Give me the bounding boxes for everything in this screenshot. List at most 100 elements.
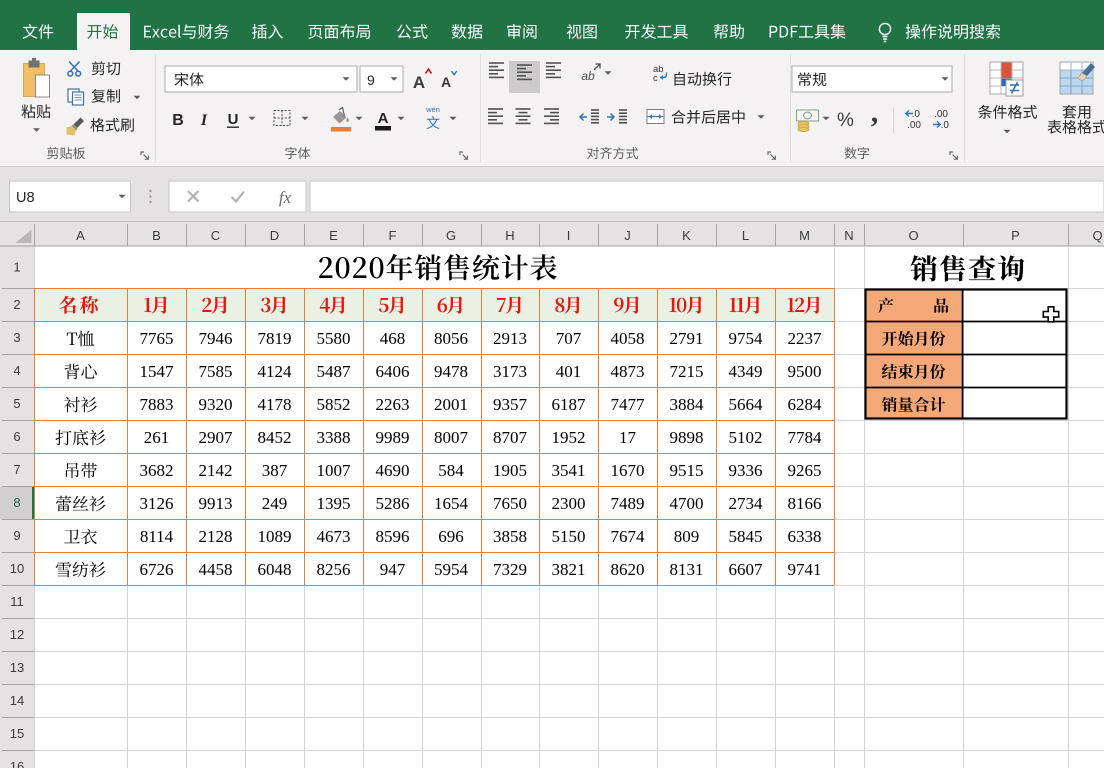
- svg-text:1905: 1905: [493, 461, 527, 480]
- svg-text:A: A: [413, 73, 425, 92]
- svg-text:.00: .00: [907, 120, 921, 131]
- svg-text:3858: 3858: [493, 527, 527, 546]
- svg-text:8007: 8007: [434, 428, 469, 447]
- svg-text:9320: 9320: [199, 395, 233, 414]
- svg-text:9265: 9265: [788, 461, 822, 480]
- svg-text:6: 6: [13, 429, 20, 444]
- svg-text:2: 2: [13, 297, 20, 312]
- svg-text:3821: 3821: [552, 560, 586, 579]
- svg-text:2237: 2237: [788, 329, 823, 348]
- svg-text:L: L: [742, 228, 749, 243]
- svg-text:2128: 2128: [199, 527, 233, 546]
- svg-text:3388: 3388: [317, 428, 351, 447]
- svg-text:3884: 3884: [670, 395, 705, 414]
- svg-text:7489: 7489: [611, 494, 645, 513]
- svg-text:D: D: [270, 228, 279, 243]
- svg-text:5954: 5954: [434, 560, 469, 579]
- svg-text:261: 261: [144, 428, 170, 447]
- svg-text:9989: 9989: [376, 428, 410, 447]
- svg-text:3541: 3541: [552, 461, 586, 480]
- svg-text:2263: 2263: [376, 395, 410, 414]
- svg-text:4458: 4458: [199, 560, 233, 579]
- svg-text:8114: 8114: [140, 527, 174, 546]
- svg-text:7883: 7883: [140, 395, 174, 414]
- svg-text:1670: 1670: [611, 461, 645, 480]
- svg-text:3: 3: [13, 330, 20, 345]
- svg-text:1547: 1547: [140, 362, 175, 381]
- svg-text:707: 707: [556, 329, 582, 348]
- svg-text:14: 14: [10, 693, 24, 708]
- svg-text:wén: wén: [425, 105, 440, 114]
- svg-text:1395: 1395: [317, 494, 351, 513]
- svg-text:8256: 8256: [317, 560, 351, 579]
- svg-text:15: 15: [10, 726, 24, 741]
- svg-text:11: 11: [10, 594, 24, 609]
- svg-text:809: 809: [674, 527, 700, 546]
- svg-text:8620: 8620: [611, 560, 645, 579]
- svg-text:2791: 2791: [670, 329, 704, 348]
- svg-text:I: I: [200, 112, 208, 129]
- svg-text:8452: 8452: [258, 428, 292, 447]
- svg-text:6048: 6048: [258, 560, 292, 579]
- svg-text:13: 13: [10, 660, 24, 675]
- svg-text:6406: 6406: [376, 362, 410, 381]
- svg-text:4: 4: [13, 363, 20, 378]
- svg-text:2913: 2913: [493, 329, 527, 348]
- svg-text:7674: 7674: [611, 527, 646, 546]
- svg-text:O: O: [908, 228, 918, 243]
- svg-text:A: A: [378, 110, 389, 127]
- svg-text:7329: 7329: [493, 560, 527, 579]
- svg-text:9754: 9754: [729, 329, 764, 348]
- svg-text:N: N: [844, 228, 853, 243]
- svg-text:.00: .00: [934, 109, 948, 120]
- svg-text:6338: 6338: [788, 527, 822, 546]
- svg-text:10: 10: [10, 561, 24, 576]
- svg-text:4873: 4873: [611, 362, 645, 381]
- svg-text:B: B: [152, 228, 161, 243]
- svg-text:1952: 1952: [552, 428, 586, 447]
- svg-text:401: 401: [556, 362, 582, 381]
- svg-text:C: C: [211, 228, 220, 243]
- svg-text:7946: 7946: [199, 329, 233, 348]
- svg-text:6187: 6187: [552, 395, 587, 414]
- svg-text:4349: 4349: [729, 362, 763, 381]
- svg-text:1654: 1654: [434, 494, 469, 513]
- svg-text:H: H: [505, 228, 514, 243]
- svg-text:4058: 4058: [611, 329, 645, 348]
- svg-text:P: P: [1011, 228, 1020, 243]
- svg-text:2001: 2001: [434, 395, 468, 414]
- svg-text:J: J: [624, 228, 631, 243]
- svg-text:7: 7: [13, 462, 20, 477]
- svg-text:1007: 1007: [317, 461, 352, 480]
- svg-text:5: 5: [13, 396, 20, 411]
- svg-text:U8: U8: [16, 190, 35, 206]
- svg-text:8166: 8166: [788, 494, 822, 513]
- svg-text:7784: 7784: [788, 428, 823, 447]
- svg-text:6726: 6726: [140, 560, 174, 579]
- svg-text:.0: .0: [941, 120, 950, 131]
- svg-text:ab: ab: [581, 69, 595, 83]
- svg-text:584: 584: [438, 461, 464, 480]
- svg-text:%: %: [837, 110, 854, 131]
- svg-text:U: U: [228, 111, 239, 128]
- svg-text:G: G: [446, 228, 456, 243]
- svg-text:.0: .0: [912, 109, 921, 120]
- svg-text:9913: 9913: [199, 494, 233, 513]
- svg-text:9: 9: [13, 528, 20, 543]
- svg-text:947: 947: [380, 560, 406, 579]
- svg-text:8056: 8056: [434, 329, 468, 348]
- svg-text:7765: 7765: [140, 329, 174, 348]
- svg-text:8131: 8131: [670, 560, 704, 579]
- svg-text:12: 12: [10, 627, 24, 642]
- svg-text:9336: 9336: [729, 461, 763, 480]
- svg-text:c: c: [653, 73, 658, 84]
- svg-text:9898: 9898: [670, 428, 704, 447]
- svg-text:M: M: [799, 228, 810, 243]
- svg-text:7650: 7650: [493, 494, 527, 513]
- svg-text:3173: 3173: [493, 362, 527, 381]
- svg-text:16: 16: [10, 759, 24, 768]
- svg-text:8707: 8707: [493, 428, 528, 447]
- svg-text:9478: 9478: [434, 362, 468, 381]
- svg-text:5102: 5102: [729, 428, 763, 447]
- svg-text:A: A: [76, 228, 85, 243]
